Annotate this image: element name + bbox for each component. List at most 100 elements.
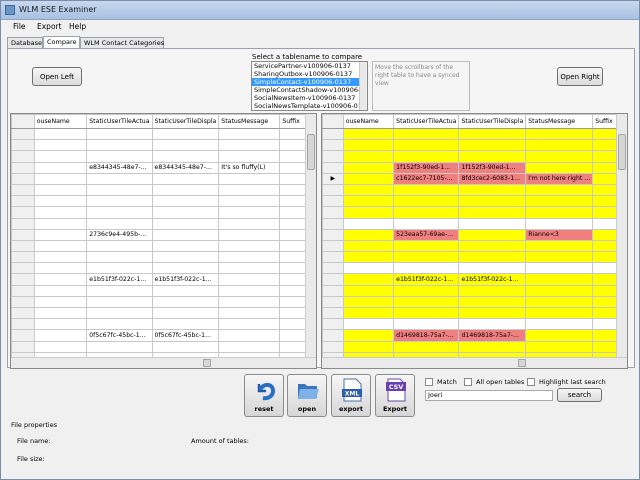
open-left-button[interactable]: Open Left: [32, 67, 82, 86]
right-grid-cell[interactable]: 523eaa57-69ae-...: [393, 228, 460, 241]
left-grid-cell[interactable]: [86, 340, 153, 353]
right-grid-row[interactable]: [322, 195, 627, 208]
left-grid-cell[interactable]: [218, 295, 281, 309]
right-grid-cell[interactable]: [342, 139, 395, 152]
csv-export-button[interactable]: CSV Export: [375, 374, 415, 417]
right-grid-cell[interactable]: [525, 217, 594, 230]
right-grid-cell[interactable]: [393, 239, 460, 253]
right-grid-row-header[interactable]: [322, 150, 344, 163]
right-grid-row[interactable]: [322, 284, 627, 297]
right-grid-row-header[interactable]: [322, 318, 344, 331]
right-grid-row-header[interactable]: [322, 161, 344, 174]
right-grid-row-header[interactable]: [322, 217, 344, 230]
match-checkbox[interactable]: [425, 378, 433, 386]
left-grid-row-header[interactable]: [11, 284, 35, 297]
right-grid-cell[interactable]: [342, 172, 395, 185]
left-grid-row-header[interactable]: [11, 139, 35, 152]
right-grid-row[interactable]: 1f152f3-90ed-1... 1f152f3-90ed-1...: [322, 161, 627, 174]
left-grid-row[interactable]: [11, 295, 316, 309]
left-grid-row[interactable]: [11, 127, 316, 141]
right-grid-row-header[interactable]: [322, 262, 344, 275]
right-grid-row[interactable]: [322, 340, 627, 353]
left-grid-cell[interactable]: [33, 340, 88, 353]
left-grid-cell[interactable]: [151, 206, 220, 219]
left-grid-cell[interactable]: [33, 183, 88, 197]
left-grid-cell[interactable]: [33, 284, 88, 297]
right-grid-cell[interactable]: [458, 251, 527, 264]
right-grid-cell[interactable]: [458, 195, 527, 208]
left-grid-row-header[interactable]: [11, 251, 35, 264]
right-grid-cell[interactable]: [342, 127, 395, 141]
left-grid-cell[interactable]: [86, 217, 153, 230]
right-grid-cell[interactable]: [525, 139, 594, 152]
right-grid-cell[interactable]: [342, 239, 395, 253]
right-data-grid[interactable]: ouseName StaticUserTileActua StaticUserTil…: [321, 113, 628, 369]
left-grid-cell[interactable]: It's so fluffy(L): [218, 161, 281, 174]
left-grid-cell[interactable]: [86, 206, 153, 219]
left-grid-cell[interactable]: [86, 183, 153, 197]
left-grid-row[interactable]: [11, 217, 316, 230]
right-grid-cell[interactable]: [342, 273, 395, 286]
left-grid-column-header[interactable]: StatusMessage: [218, 114, 281, 129]
right-grid-cell[interactable]: [525, 284, 594, 297]
right-grid-cell[interactable]: 1f152f3-90ed-1...: [393, 161, 460, 174]
right-grid-cell[interactable]: [458, 340, 527, 353]
right-grid-row-header[interactable]: [322, 195, 344, 208]
left-grid-row[interactable]: [11, 318, 316, 331]
left-grid-row-header[interactable]: [11, 340, 35, 353]
left-grid-cell[interactable]: [33, 139, 88, 152]
left-grid-row-header[interactable]: [11, 306, 35, 320]
left-grid-cell[interactable]: [33, 172, 88, 185]
left-grid-cell[interactable]: [151, 251, 220, 264]
left-grid-row[interactable]: e8344345-48e7-... e8344345-48e7-... It's s…: [11, 161, 316, 174]
left-grid-cell[interactable]: [218, 251, 281, 264]
left-grid-cell[interactable]: [151, 284, 220, 297]
right-grid-row[interactable]: [322, 239, 627, 253]
right-grid-cell[interactable]: [393, 318, 460, 331]
right-grid-row-header[interactable]: [322, 306, 344, 320]
right-grid-cell[interactable]: [393, 295, 460, 309]
left-grid-cell[interactable]: [33, 195, 88, 208]
right-grid-cell[interactable]: [525, 273, 594, 286]
right-grid-cell[interactable]: [458, 183, 527, 197]
left-grid-cell[interactable]: [86, 284, 153, 297]
left-grid-cell[interactable]: e1b51f3f-022c-1...: [151, 273, 220, 286]
left-grid-row[interactable]: e1b51f3f-022c-1... e1b51f3f-022c-1...: [11, 273, 316, 286]
left-grid-cell[interactable]: [86, 139, 153, 152]
right-grid-cell[interactable]: [525, 318, 594, 331]
right-grid-cell[interactable]: [525, 206, 594, 219]
left-grid-row-header[interactable]: [11, 183, 35, 197]
left-grid-row-header[interactable]: [11, 262, 35, 275]
right-grid-cell[interactable]: [342, 329, 395, 342]
right-grid-row[interactable]: [322, 206, 627, 219]
right-grid-cell[interactable]: e1b51f3f-022c-1...: [458, 273, 527, 286]
right-grid-cell[interactable]: [458, 239, 527, 253]
left-grid-row-header[interactable]: [11, 127, 35, 141]
right-grid-cell[interactable]: [393, 139, 460, 152]
left-grid-cell[interactable]: [33, 295, 88, 309]
right-grid-hscroll[interactable]: [322, 357, 627, 368]
left-grid-cell[interactable]: [33, 273, 88, 286]
search-button[interactable]: search: [557, 388, 602, 402]
left-grid-cell[interactable]: e1b51f3f-022c-1...: [86, 273, 153, 286]
right-grid-row-header[interactable]: [322, 206, 344, 219]
table-list-item[interactable]: SocialNewsItem-v100906-0137: [252, 94, 360, 102]
right-grid-cell[interactable]: 8fd3cec2-6083-1...: [458, 172, 527, 185]
open-button[interactable]: open: [287, 374, 327, 417]
right-grid-row[interactable]: e1b51f3f-022c-1... e1b51f3f-022c-1...: [322, 273, 627, 286]
right-grid-cell[interactable]: [525, 195, 594, 208]
right-grid-cell[interactable]: 1f152f3-90ed-1...: [458, 161, 527, 174]
right-grid-cell[interactable]: [393, 195, 460, 208]
left-grid-cell[interactable]: [218, 239, 281, 253]
left-grid-row-header[interactable]: [11, 150, 35, 163]
left-grid-cell[interactable]: [86, 172, 153, 185]
right-grid-row-header[interactable]: [322, 228, 344, 241]
right-grid-cell[interactable]: [342, 206, 395, 219]
left-grid-cell[interactable]: [33, 161, 88, 174]
left-grid-row[interactable]: [11, 195, 316, 208]
right-grid-row[interactable]: [322, 150, 627, 163]
right-grid-cell[interactable]: [525, 251, 594, 264]
left-grid-cell[interactable]: [218, 306, 281, 320]
left-grid-cell[interactable]: [151, 295, 220, 309]
right-grid-row[interactable]: [322, 262, 627, 275]
